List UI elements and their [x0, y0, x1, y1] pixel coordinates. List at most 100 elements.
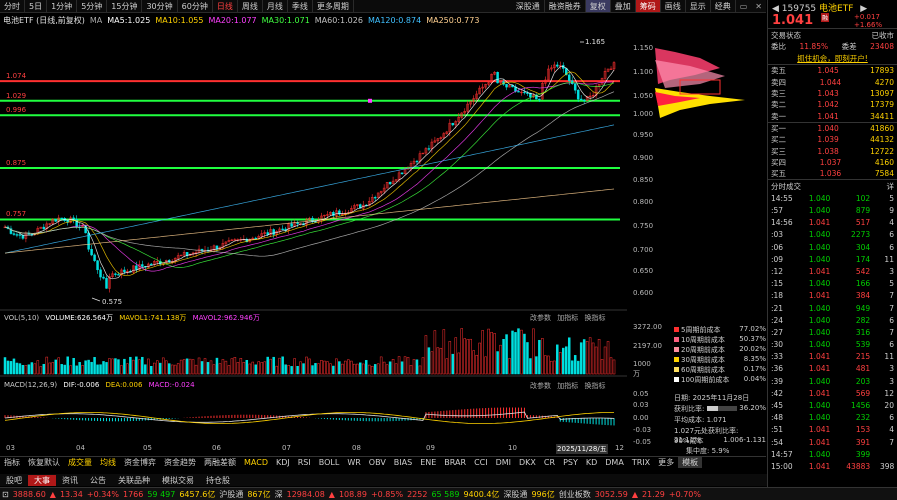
price-line-label: 0.875: [6, 159, 27, 167]
adjust-button[interactable]: 复权: [585, 0, 611, 12]
indicator-tab[interactable]: BOLL: [315, 458, 344, 467]
tab-5day[interactable]: 5日: [25, 0, 48, 12]
open-account-link[interactable]: 抓住机会，即刻开户!: [768, 52, 897, 64]
close-icon[interactable]: ✕: [751, 2, 766, 11]
macd-switch-indicator-button[interactable]: 换指标: [584, 382, 605, 390]
trade-time: :21: [771, 303, 784, 313]
volume-bar: [179, 359, 183, 375]
indicator-tab[interactable]: 更多: [654, 457, 678, 468]
volume-bar: [329, 363, 332, 375]
display-button[interactable]: 显示: [686, 0, 711, 12]
tab-related[interactable]: 关联品种: [112, 475, 156, 486]
tab-5min[interactable]: 5分钟: [77, 0, 108, 12]
indicator-tab[interactable]: 两融差额: [200, 457, 240, 468]
volume-bar: [144, 364, 147, 375]
level-volume: 17893: [870, 66, 894, 76]
volume-bar: [45, 356, 49, 375]
indicator-tab[interactable]: ENE: [416, 458, 440, 467]
kline-chart[interactable]: 1.165 0.575: [0, 26, 627, 456]
indicator-tab[interactable]: DKX: [515, 458, 540, 467]
tab-1min[interactable]: 1分钟: [47, 0, 78, 12]
vol-switch-indicator-button[interactable]: 换指标: [584, 314, 605, 322]
ma250-value: MA250:0.773: [426, 15, 480, 25]
x-tick-current: 2025/11/28/五: [556, 444, 608, 454]
chip-distribution[interactable]: [650, 40, 766, 130]
macd-title[interactable]: MACD(12,26,9): [4, 381, 57, 389]
indicator-tab[interactable]: 指标: [0, 457, 24, 468]
volume-bar: [272, 356, 275, 375]
tab-daily[interactable]: 日线: [213, 0, 238, 12]
indicator-tab[interactable]: 成交量: [64, 457, 96, 468]
indicator-tab[interactable]: 模板: [678, 457, 703, 468]
indicator-tab[interactable]: WR: [343, 458, 364, 467]
tab-15min[interactable]: 15分钟: [107, 0, 143, 12]
indicator-tab[interactable]: MACD: [240, 458, 272, 467]
macd-edit-params-button[interactable]: 改参数: [530, 382, 551, 390]
indicator-tab[interactable]: 资金博弈: [120, 457, 160, 468]
level-label: 买二: [771, 135, 786, 145]
indicator-tab[interactable]: TRIX: [628, 458, 654, 467]
minimize-icon[interactable]: ▭: [736, 2, 752, 11]
vol-edit-params-button[interactable]: 改参数: [530, 314, 551, 322]
indicator-tab[interactable]: RSI: [294, 458, 315, 467]
candle-body: [388, 181, 392, 185]
volume-bar: [311, 365, 314, 375]
chips-button[interactable]: 筹码: [635, 0, 661, 12]
indicator-tab[interactable]: 资金趋势: [160, 457, 200, 468]
volume-bar: [457, 352, 461, 375]
tab-30min[interactable]: 30分钟: [142, 0, 178, 12]
trade-count: 7: [889, 437, 894, 447]
volume-bar: [150, 366, 153, 375]
indicator-tab[interactable]: BRAR: [440, 458, 470, 467]
tab-guba[interactable]: 股吧: [0, 475, 28, 486]
tab-monthly[interactable]: 月线: [263, 0, 288, 12]
margin-button[interactable]: 融资融券: [545, 0, 586, 12]
draw-button[interactable]: 画线: [661, 0, 686, 12]
tab-simulate[interactable]: 模拟交易: [156, 475, 200, 486]
tab-more-periods[interactable]: 更多周期: [313, 0, 354, 12]
indicator-tab[interactable]: CCI: [470, 458, 492, 467]
period-toolbar: 分时 5日 1分钟 5分钟 15分钟 30分钟 60分钟 日线 周线 月线 季线…: [0, 0, 766, 13]
indicator-tab[interactable]: DMA: [601, 458, 628, 467]
tab-holdings[interactable]: 持仓股: [200, 475, 236, 486]
volume-bar: [39, 366, 43, 375]
indicator-tab[interactable]: OBV: [365, 458, 390, 467]
sh-change: 13.34: [59, 489, 83, 499]
hk-connect-button[interactable]: 深股通: [512, 0, 545, 12]
indicator-tab[interactable]: DMI: [492, 458, 515, 467]
tab-quarterly[interactable]: 季线: [288, 0, 313, 12]
indicator-tab[interactable]: 均线: [96, 457, 120, 468]
vol-add-indicator-button[interactable]: 加指标: [557, 314, 578, 322]
indicator-tab[interactable]: CR: [540, 458, 559, 467]
volume-bar: [502, 339, 505, 375]
volume-bar: [573, 355, 577, 375]
level-label: 卖三: [771, 89, 786, 99]
volume-bar: [63, 364, 66, 375]
tab-events[interactable]: 大事: [28, 474, 56, 486]
candle-body: [400, 172, 404, 175]
tab-intraday[interactable]: 分时: [0, 0, 25, 12]
indicator-tab[interactable]: KDJ: [272, 458, 294, 467]
trades-detail-button[interactable]: 详: [887, 181, 895, 192]
indicator-tab[interactable]: KD: [582, 458, 601, 467]
volume-bar: [382, 361, 386, 375]
x-tick: 08: [352, 444, 361, 452]
overlay-button[interactable]: 叠加: [611, 0, 636, 12]
volume-bar: [564, 346, 568, 375]
tab-weekly[interactable]: 周线: [238, 0, 263, 12]
volume-bar: [341, 363, 344, 375]
ma-label[interactable]: MA: [90, 16, 102, 25]
trade-time: :57: [771, 206, 784, 216]
indicator-tab[interactable]: PSY: [559, 458, 582, 467]
volume-bar: [102, 361, 105, 375]
vol-title[interactable]: VOL(5,10): [4, 314, 39, 322]
indicator-tab[interactable]: 恢复默认: [24, 457, 64, 468]
classic-button[interactable]: 经典: [711, 0, 736, 12]
tab-announce[interactable]: 公告: [84, 475, 112, 486]
tab-60min[interactable]: 60分钟: [178, 0, 213, 12]
indicator-tab[interactable]: BIAS: [390, 458, 416, 467]
volume-bar: [579, 342, 583, 375]
trade-volume: 949: [855, 303, 871, 313]
macd-add-indicator-button[interactable]: 加指标: [557, 382, 578, 390]
tab-news[interactable]: 资讯: [56, 475, 84, 486]
